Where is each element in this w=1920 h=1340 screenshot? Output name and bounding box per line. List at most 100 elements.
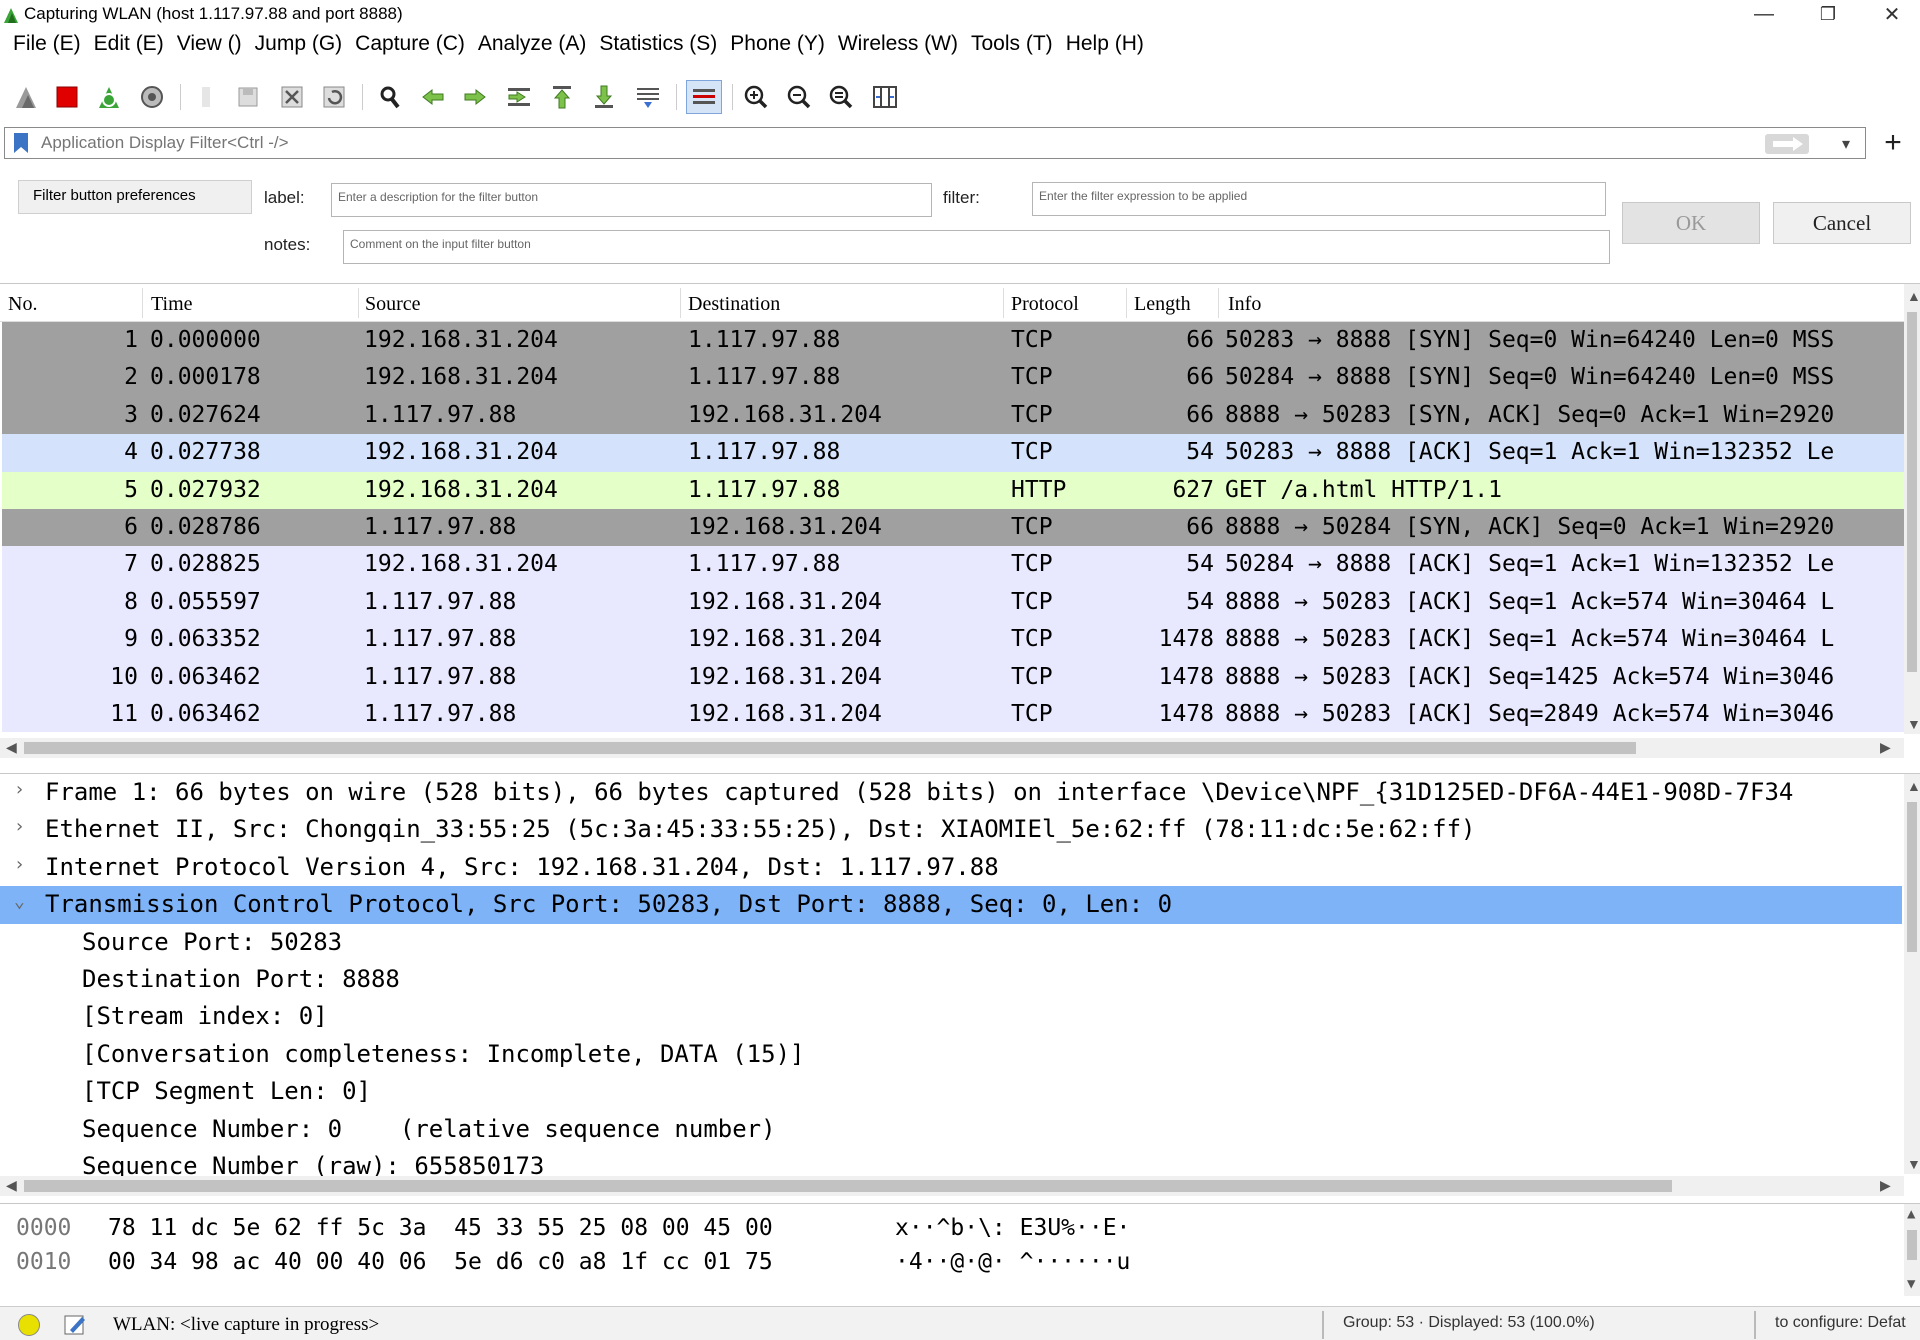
menu-phone[interactable]: Phone (Y) xyxy=(730,32,825,62)
start-capture-button[interactable] xyxy=(10,81,42,113)
label-input[interactable]: Enter a description for the filter butto… xyxy=(331,183,932,217)
column-header-time[interactable]: Time xyxy=(151,293,193,316)
hex-row[interactable]: 0010 00 34 98 ac 40 00 40 06 5e d6 c0 a8… xyxy=(0,1247,1900,1279)
details-hscroll[interactable]: ◀ ▶ xyxy=(0,1176,1904,1196)
filter-button-preferences-button[interactable]: Filter button preferences xyxy=(18,180,252,214)
detail-row[interactable]: › Internet Protocol Version 4, Src: 192.1… xyxy=(0,849,1902,886)
detail-row[interactable]: [Conversation completeness: Incomplete, … xyxy=(0,1036,1902,1073)
menu-edit[interactable]: Edit (E) xyxy=(94,32,164,62)
go-back-button[interactable] xyxy=(417,81,449,113)
ok-button[interactable]: OK xyxy=(1622,202,1760,244)
column-divider[interactable] xyxy=(1003,288,1004,318)
apply-filter-button[interactable] xyxy=(1765,134,1809,154)
packet-list-vscroll[interactable]: ▲ ▼ xyxy=(1904,284,1920,734)
scroll-thumb[interactable] xyxy=(1907,312,1917,672)
packet-row[interactable]: 8 0.055597 1.117.97.88 192.168.31.204 TCP 54 8… xyxy=(2,583,1904,622)
detail-row[interactable]: [TCP Segment Len: 0] xyxy=(0,1073,1902,1110)
detail-row[interactable]: [Stream index: 0] xyxy=(0,998,1902,1035)
collapsed-chevron-icon[interactable]: › xyxy=(14,779,25,800)
go-forward-button[interactable] xyxy=(459,81,491,113)
close-file-button[interactable] xyxy=(276,81,308,113)
collapsed-chevron-icon[interactable]: › xyxy=(14,854,25,875)
scroll-thumb[interactable] xyxy=(24,742,1636,754)
detail-row[interactable]: Sequence Number: 0 (relative sequence nu… xyxy=(0,1111,1902,1148)
scroll-down-icon[interactable]: ▼ xyxy=(1907,1276,1915,1292)
column-divider[interactable] xyxy=(680,288,681,318)
menu-capture[interactable]: Capture (C) xyxy=(355,32,465,62)
column-header-source[interactable]: Source xyxy=(365,293,421,316)
go-last-packet-button[interactable] xyxy=(588,81,620,113)
scroll-right-icon[interactable]: ▶ xyxy=(1880,1177,1891,1194)
capture-options-button[interactable] xyxy=(136,81,168,113)
packet-row[interactable]: 9 0.063352 1.117.97.88 192.168.31.204 TCP 147… xyxy=(2,621,1904,659)
packet-row[interactable]: 7 0.028825 192.168.31.204 1.117.97.88 TCP 54 5… xyxy=(2,546,1904,584)
resize-columns-button[interactable] xyxy=(869,81,901,113)
stop-capture-button[interactable] xyxy=(51,81,83,113)
detail-row[interactable]: Source Port: 50283 xyxy=(0,924,1902,961)
menu-wireless[interactable]: Wireless (W) xyxy=(838,32,958,62)
scroll-up-icon[interactable]: ▲ xyxy=(1907,778,1920,794)
filter-expression-input[interactable]: Enter the filter expression to be applie… xyxy=(1032,182,1606,216)
minimize-button[interactable]: — xyxy=(1734,0,1794,28)
close-button[interactable]: ✕ xyxy=(1862,0,1920,28)
hex-row[interactable]: 0000 78 11 dc 5e 62 ff 5c 3a 45 33 55 25… xyxy=(0,1213,1900,1245)
go-to-packet-button[interactable] xyxy=(503,81,535,113)
packet-row[interactable]: 11 0.063462 1.117.97.88 192.168.31.204 TCP 14… xyxy=(2,696,1904,732)
reload-file-button[interactable] xyxy=(318,81,350,113)
scroll-up-icon[interactable]: ▲ xyxy=(1907,288,1920,304)
scroll-thumb[interactable] xyxy=(24,1180,1672,1192)
menu-statistics[interactable]: Statistics (S) xyxy=(599,32,717,62)
detail-row[interactable]: › Ethernet II, Src: Chongqin_33:55:25 (5c… xyxy=(0,811,1902,848)
column-header-no[interactable]: No. xyxy=(8,293,37,316)
scroll-down-icon[interactable]: ▼ xyxy=(1907,716,1920,732)
menu-help[interactable]: Help (H) xyxy=(1066,32,1144,62)
scroll-right-icon[interactable]: ▶ xyxy=(1880,739,1891,756)
detail-row[interactable]: Destination Port: 8888 xyxy=(0,961,1902,998)
packet-row[interactable]: 4 0.027738 192.168.31.204 1.117.97.88 TCP 54 5… xyxy=(2,434,1904,472)
scroll-thumb[interactable] xyxy=(1907,802,1917,952)
detail-row[interactable]: ⌄ Transmission Control Protocol, Src Port… xyxy=(0,886,1902,924)
scroll-left-icon[interactable]: ◀ xyxy=(6,1177,17,1194)
collapsed-chevron-icon[interactable]: › xyxy=(14,816,25,837)
expanded-chevron-icon[interactable]: ⌄ xyxy=(14,891,25,912)
column-divider[interactable] xyxy=(358,288,359,318)
notes-input[interactable]: Comment on the input filter button xyxy=(343,230,1610,264)
column-header-destination[interactable]: Destination xyxy=(688,293,780,316)
packet-row[interactable]: 1 0.000000 192.168.31.204 1.117.97.88 TCP 66 5… xyxy=(2,322,1904,360)
profile-status[interactable]: to configure: Defat xyxy=(1775,1314,1906,1332)
packet-row[interactable]: 2 0.000178 192.168.31.204 1.117.97.88 TCP 66 5… xyxy=(2,359,1904,397)
column-divider[interactable] xyxy=(1218,288,1219,318)
details-vscroll[interactable]: ▲ ▼ xyxy=(1904,774,1920,1174)
scroll-left-icon[interactable]: ◀ xyxy=(6,739,17,756)
scroll-thumb[interactable] xyxy=(1907,1230,1917,1260)
packet-row[interactable]: 3 0.027624 1.117.97.88 192.168.31.204 TCP 66 8… xyxy=(2,396,1904,435)
packet-row[interactable]: 5 0.027932 192.168.31.204 1.117.97.88 HTTP 62… xyxy=(2,471,1904,509)
restore-button[interactable]: ❐ xyxy=(1798,0,1858,28)
expert-info-indicator[interactable] xyxy=(18,1314,40,1336)
save-file-button[interactable] xyxy=(232,81,264,113)
column-header-info[interactable]: Info xyxy=(1228,293,1261,316)
cancel-button[interactable]: Cancel xyxy=(1773,202,1911,244)
scroll-down-icon[interactable]: ▼ xyxy=(1907,1156,1920,1172)
restart-capture-button[interactable] xyxy=(93,81,125,113)
bytes-vscroll[interactable]: ▲ ▼ xyxy=(1904,1204,1920,1296)
column-divider[interactable] xyxy=(1126,288,1127,318)
detail-row[interactable]: › Frame 1: 66 bytes on wire (528 bits), 6… xyxy=(0,774,1902,811)
zoom-out-button[interactable] xyxy=(783,81,815,113)
menu-file[interactable]: File (E) xyxy=(13,32,81,62)
menu-tools[interactable]: Tools (T) xyxy=(971,32,1053,62)
display-filter-input[interactable] xyxy=(41,128,1741,158)
filter-history-dropdown[interactable]: ▾ xyxy=(1835,134,1857,154)
zoom-in-button[interactable] xyxy=(740,81,772,113)
colorize-button[interactable] xyxy=(686,80,722,114)
menu-jump[interactable]: Jump (G) xyxy=(255,32,343,62)
go-first-packet-button[interactable] xyxy=(546,81,578,113)
column-header-length[interactable]: Length xyxy=(1134,293,1191,316)
edit-capture-comment-icon[interactable] xyxy=(62,1312,88,1338)
packet-row[interactable]: 6 0.028786 1.117.97.88 192.168.31.204 TCP 66 8… xyxy=(2,509,1904,547)
zoom-normal-button[interactable] xyxy=(825,81,857,113)
column-divider[interactable] xyxy=(142,288,143,318)
menu-analyze[interactable]: Analyze (A) xyxy=(478,32,587,62)
menu-view[interactable]: View () xyxy=(177,32,242,62)
column-header-protocol[interactable]: Protocol xyxy=(1011,293,1079,316)
